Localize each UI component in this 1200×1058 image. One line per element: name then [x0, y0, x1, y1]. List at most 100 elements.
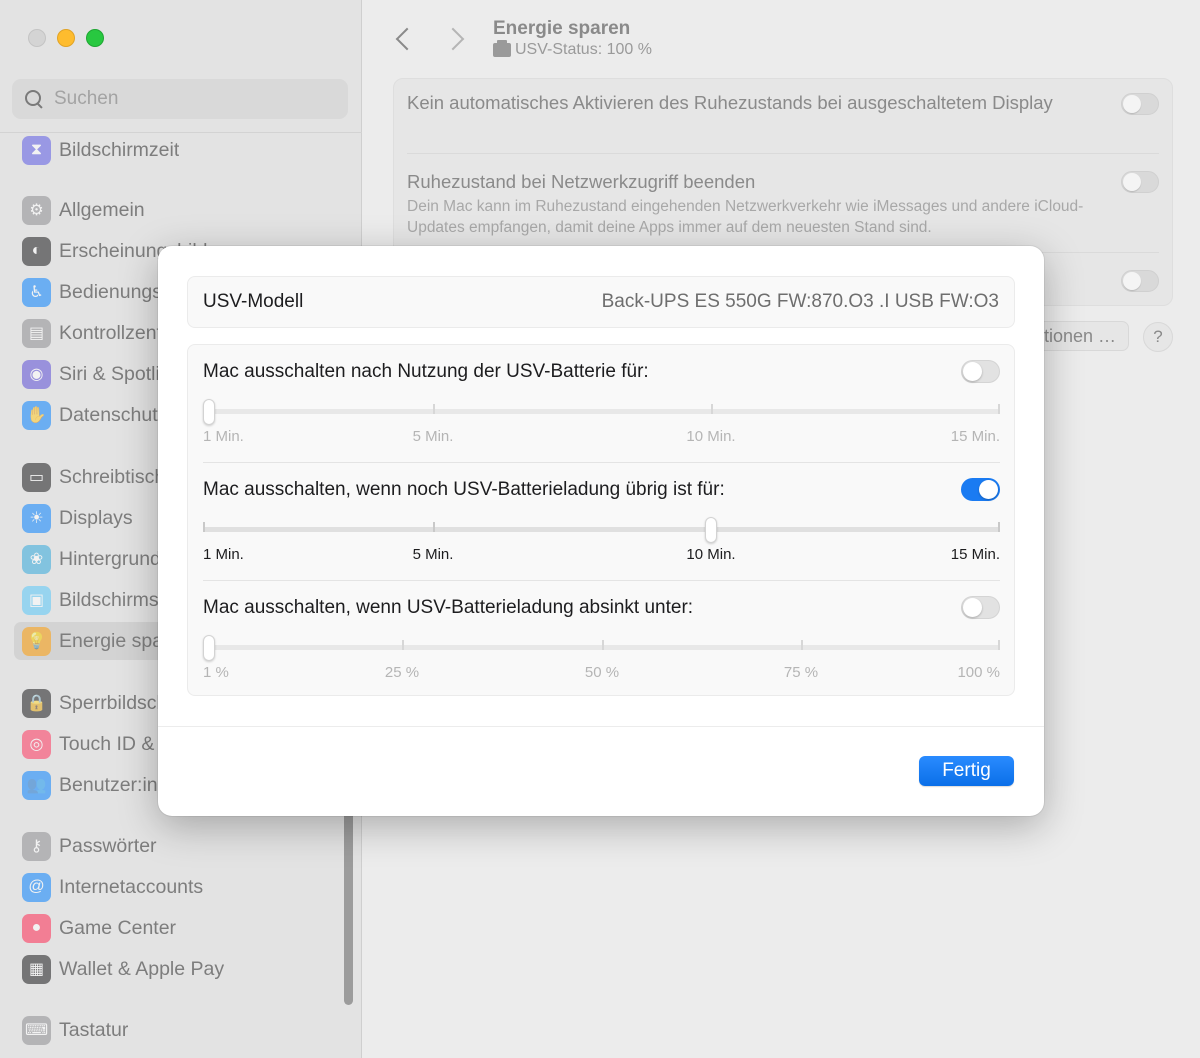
toggle-knob — [979, 480, 998, 499]
slider-tick-label: 15 Min. — [950, 428, 1000, 445]
slider-tick-label: 75 % — [783, 664, 819, 681]
toggle-knob — [963, 362, 982, 381]
lock-icon: 🔒 — [22, 688, 51, 718]
third-option-toggle[interactable] — [1121, 270, 1159, 292]
setting-slider[interactable] — [203, 517, 1000, 543]
sidebar-item-label: Wallet & Apple Pay — [59, 957, 225, 980]
sidebar-scrollbar[interactable] — [344, 810, 353, 1005]
sidebar-item[interactable]: ⧗ Bildschirmzeit — [14, 131, 348, 169]
slider-tick-labels: 1 % 25 % 50 % 75 % 100 % — [203, 664, 1000, 682]
ups-status-text: USV-Status: 100 % — [515, 41, 652, 58]
slider-tick-label: 100 % — [957, 664, 1000, 681]
slider-tick-labels: 1 Min. 5 Min. 10 Min. 15 Min. — [203, 546, 1000, 564]
ups-options-sheet: USV-Modell Back-UPS ES 550G FW:870.O3 .I… — [158, 246, 1044, 816]
key-icon: ⚷ — [22, 831, 51, 861]
slider-tick-label: 15 Min. — [950, 546, 1000, 563]
fingerprint-icon: ◎ — [22, 729, 51, 759]
window-controls — [28, 29, 104, 47]
sidebar-item-label: Game Center — [59, 916, 177, 939]
back-button[interactable] — [393, 24, 415, 52]
ups-model-label: USV-Modell — [203, 291, 304, 312]
sidebar-item-label: Bildschirmzeit — [59, 138, 180, 161]
search-input[interactable] — [54, 88, 334, 110]
slider-tick-label: 10 Min. — [686, 428, 736, 445]
sidebar-item-label: Tastatur — [59, 1018, 129, 1041]
zoom-window-button[interactable] — [86, 29, 104, 47]
search-icon — [24, 89, 44, 109]
slider-tick-label: 5 Min. — [412, 428, 454, 445]
shutdown-setting: Mac ausschalten, wenn noch USV-Batteriel… — [188, 463, 1014, 580]
slider-tick — [998, 404, 1000, 414]
accessibility-icon: ♿ — [22, 277, 51, 307]
hourglass-icon: ⧗ — [22, 135, 51, 165]
sidebar-item[interactable]: ⌨ Tastatur — [14, 1011, 348, 1049]
slider-tick-label: 1 Min. — [203, 546, 244, 563]
slider-track — [203, 409, 1000, 414]
sidebar-item-label: Allgemein — [59, 198, 145, 221]
sidebar-item[interactable]: ⚷ Passwörter — [14, 827, 348, 865]
slider-tick-label: 10 Min. — [686, 546, 736, 563]
sidebar-item[interactable]: @ Internetaccounts — [14, 868, 348, 906]
display-sleep-label: Kein automatisches Aktivieren des Ruhezu… — [407, 92, 1053, 113]
slider-thumb[interactable] — [203, 399, 215, 425]
slider-tick — [998, 640, 1000, 650]
setting-title: Mac ausschalten, wenn noch USV-Batteriel… — [203, 479, 725, 500]
sidebar-item[interactable]: ● Game Center — [14, 909, 348, 947]
ups-battery-icon — [493, 40, 511, 57]
slider-tick — [998, 522, 1000, 532]
flower-icon: ❀ — [22, 544, 51, 574]
sidebar-item[interactable]: ▦ Wallet & Apple Pay — [14, 950, 348, 988]
siri-icon: ◉ — [22, 359, 51, 389]
done-button[interactable]: Fertig — [919, 756, 1014, 786]
slider-thumb[interactable] — [203, 635, 215, 661]
setting-slider[interactable] — [203, 399, 1000, 425]
ups-status: USV-Status: 100 % — [493, 40, 652, 59]
dock-icon: ▭ — [22, 462, 51, 492]
sidebar-item-label: Displays — [59, 506, 133, 529]
ups-model-value: Back-UPS ES 550G FW:870.O3 .I USB FW:O3 — [601, 291, 999, 312]
control-center-icon: ▤ — [22, 318, 51, 348]
setting-toggle[interactable] — [961, 360, 1000, 383]
slider-tick-label: 25 % — [384, 664, 420, 681]
slider-tick — [402, 640, 404, 650]
help-button[interactable]: ? — [1143, 322, 1173, 352]
slider-track — [203, 527, 1000, 532]
slider-tick — [203, 522, 205, 532]
close-window-button[interactable] — [28, 29, 46, 47]
row-divider — [407, 153, 1159, 154]
forward-button[interactable] — [445, 24, 467, 52]
keyboard-icon: ⌨ — [22, 1015, 51, 1045]
hand-icon: ✋ — [22, 400, 51, 430]
shutdown-settings-group: Mac ausschalten nach Nutzung der USV-Bat… — [187, 344, 1015, 696]
setting-title: Mac ausschalten, wenn USV-Batterieladung… — [203, 597, 694, 618]
sun-icon: ☀ — [22, 503, 51, 533]
slider-tick-labels: 1 Min. 5 Min. 10 Min. 15 Min. — [203, 428, 1000, 446]
network-wake-toggle[interactable] — [1121, 171, 1159, 193]
slider-tick — [602, 640, 604, 650]
minimize-window-button[interactable] — [57, 29, 75, 47]
bulb-icon: 💡 — [22, 626, 51, 656]
slider-tick-label: 1 Min. — [203, 428, 244, 445]
search-field[interactable] — [12, 79, 348, 119]
slider-tick — [433, 404, 435, 414]
setting-toggle[interactable] — [961, 596, 1000, 619]
toggle-knob — [963, 598, 982, 617]
gear-icon: ⚙ — [22, 195, 51, 225]
slider-tick — [801, 640, 803, 650]
sidebar-item[interactable]: ⚙ Allgemein — [14, 191, 348, 229]
setting-toggle[interactable] — [961, 478, 1000, 501]
ups-model-row: USV-Modell Back-UPS ES 550G FW:870.O3 .I… — [187, 276, 1015, 328]
setting-title: Mac ausschalten nach Nutzung der USV-Bat… — [203, 361, 649, 382]
at-icon: @ — [22, 872, 51, 902]
slider-thumb[interactable] — [705, 517, 717, 543]
display-sleep-toggle[interactable] — [1121, 93, 1159, 115]
slider-tick — [433, 522, 435, 532]
screensaver-icon: ▣ — [22, 585, 51, 615]
slider-tick-label: 5 Min. — [412, 546, 454, 563]
sidebar-item-label: Internetaccounts — [59, 875, 204, 898]
slider-tick — [711, 404, 713, 414]
shutdown-setting: Mac ausschalten, wenn USV-Batterieladung… — [188, 581, 1014, 698]
slider-tick-label: 1 % — [203, 664, 229, 681]
network-wake-description: Dein Mac kann im Ruhezustand eingehenden… — [407, 198, 1084, 236]
setting-slider[interactable] — [203, 635, 1000, 661]
